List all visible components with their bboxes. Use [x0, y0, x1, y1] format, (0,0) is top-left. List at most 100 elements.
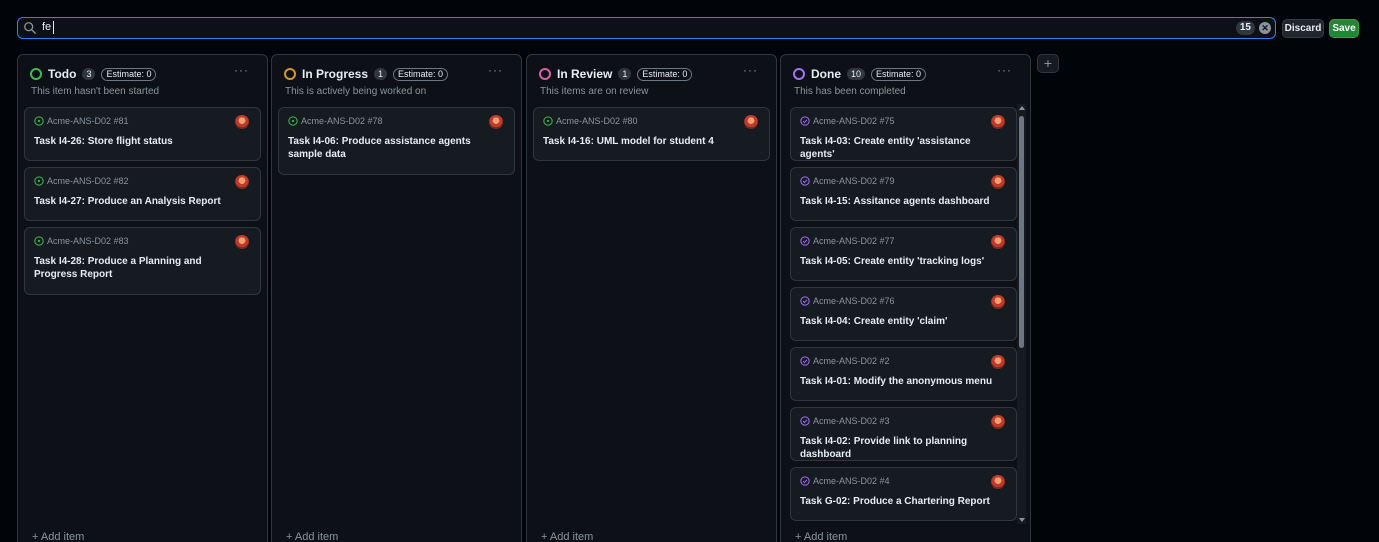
issue-ref[interactable]: Acme-ANS-D02 #79 [800, 176, 895, 186]
issue-card[interactable]: Acme-ANS-D02 #76 Task I4-04: Create enti… [790, 287, 1017, 341]
issue-ref-text: Acme-ANS-D02 #75 [813, 116, 895, 126]
issue-ref[interactable]: Acme-ANS-D02 #83 [34, 236, 129, 246]
issue-title[interactable]: Task I4-15: Assitance agents dashboard [800, 195, 1005, 208]
issue-title[interactable]: Task G-02: Produce a Chartering Report [800, 495, 1005, 508]
issue-title[interactable]: Task I4-02: Provide link to planning das… [800, 435, 1005, 461]
column-count: 3 [82, 68, 96, 80]
status-circle-icon [793, 68, 805, 80]
column-header: In Review 1 Estimate: 0 [539, 66, 693, 82]
avatar[interactable] [991, 235, 1005, 249]
issue-ref[interactable]: Acme-ANS-D02 #81 [34, 116, 129, 126]
text-caret [53, 21, 54, 34]
issue-title[interactable]: Task I4-01: Modify the anonymous menu [800, 375, 1005, 388]
filter-input[interactable]: fe 15 ✕ [17, 17, 1276, 39]
column-scrollbar[interactable] [1017, 104, 1026, 524]
issue-title[interactable]: Task I4-06: Produce assistance agents sa… [288, 135, 488, 161]
avatar[interactable] [991, 115, 1005, 129]
issue-ref[interactable]: Acme-ANS-D02 #75 [800, 116, 895, 126]
save-button[interactable]: Save [1329, 19, 1359, 38]
column-menu-icon[interactable]: ··· [234, 63, 249, 77]
column-header: Done 10 Estimate: 0 [793, 66, 927, 82]
avatar[interactable] [991, 475, 1005, 489]
issue-title[interactable]: Task I4-26: Store flight status [34, 135, 234, 148]
status-circle-icon [539, 68, 551, 80]
issue-ref[interactable]: Acme-ANS-D02 #4 [800, 476, 890, 486]
issue-ref[interactable]: Acme-ANS-D02 #78 [288, 116, 383, 126]
scrollbar-thumb[interactable] [1019, 116, 1024, 348]
open-issue-icon [34, 116, 44, 126]
issue-title[interactable]: Task I4-27: Produce an Analysis Report [34, 195, 234, 208]
issue-ref[interactable]: Acme-ANS-D02 #76 [800, 296, 895, 306]
issue-ref[interactable]: Acme-ANS-D02 #77 [800, 236, 895, 246]
avatar[interactable] [991, 355, 1005, 369]
avatar[interactable] [489, 115, 503, 129]
add-item-button[interactable]: + Add item [286, 531, 338, 542]
avatar[interactable] [235, 175, 249, 189]
issue-ref-text: Acme-ANS-D02 #81 [47, 116, 129, 126]
avatar[interactable] [235, 235, 249, 249]
column-title: Todo [48, 67, 77, 81]
issue-ref-text: Acme-ANS-D02 #76 [813, 296, 895, 306]
column-todo: Todo 3 Estimate: 0 ··· This item hasn't … [17, 54, 268, 542]
issue-title[interactable]: Task I4-03: Create entity 'assistance ag… [800, 135, 1005, 161]
issue-card[interactable]: Acme-ANS-D02 #4 Task G-02: Produce a Cha… [790, 467, 1017, 521]
column-in-progress: In Progress 1 Estimate: 0 ··· This is ac… [271, 54, 522, 542]
issue-card[interactable]: Acme-ANS-D02 #3 Task I4-02: Provide link… [790, 407, 1017, 461]
issue-card[interactable]: Acme-ANS-D02 #83 Task I4-28: Produce a P… [24, 227, 261, 295]
add-column-button[interactable]: + [1037, 54, 1059, 73]
add-item-button[interactable]: + Add item [32, 531, 84, 542]
issue-ref[interactable]: Acme-ANS-D02 #2 [800, 356, 890, 366]
issue-title[interactable]: Task I4-05: Create entity 'tracking logs… [800, 255, 1005, 268]
avatar[interactable] [991, 175, 1005, 189]
open-issue-icon [34, 176, 44, 186]
column-menu-icon[interactable]: ··· [488, 63, 503, 77]
issue-card[interactable]: Acme-ANS-D02 #81 Task I4-26: Store fligh… [24, 107, 261, 161]
issue-ref-text: Acme-ANS-D02 #3 [813, 416, 890, 426]
clear-filter-icon[interactable]: ✕ [1259, 22, 1271, 34]
filter-query[interactable]: fe [42, 21, 51, 33]
avatar[interactable] [991, 295, 1005, 309]
open-issue-icon [543, 116, 553, 126]
column-title: In Progress [302, 67, 369, 81]
column-menu-icon[interactable]: ··· [997, 63, 1012, 77]
column-menu-icon[interactable]: ··· [743, 63, 758, 77]
add-item-button[interactable]: + Add item [795, 531, 847, 542]
issue-ref-text: Acme-ANS-D02 #80 [556, 116, 638, 126]
issue-card[interactable]: Acme-ANS-D02 #79 Task I4-15: Assitance a… [790, 167, 1017, 221]
issue-ref[interactable]: Acme-ANS-D02 #80 [543, 116, 638, 126]
issue-ref-text: Acme-ANS-D02 #2 [813, 356, 890, 366]
column-description: This has been completed [794, 86, 906, 97]
avatar[interactable] [744, 115, 758, 129]
avatar[interactable] [235, 115, 249, 129]
closed-issue-icon [800, 476, 810, 486]
column-done: Done 10 Estimate: 0 ··· This has been co… [780, 54, 1031, 542]
closed-issue-icon [800, 236, 810, 246]
issue-ref-text: Acme-ANS-D02 #82 [47, 176, 129, 186]
avatar[interactable] [991, 415, 1005, 429]
add-item-button[interactable]: + Add item [541, 531, 593, 542]
column-count: 1 [374, 68, 388, 80]
closed-issue-icon [800, 296, 810, 306]
issue-ref[interactable]: Acme-ANS-D02 #3 [800, 416, 890, 426]
scroll-up-icon[interactable] [1019, 106, 1025, 110]
column-title: In Review [557, 67, 613, 81]
column-title: Done [811, 67, 841, 81]
scroll-down-icon[interactable] [1019, 518, 1025, 522]
open-issue-icon [34, 236, 44, 246]
status-circle-icon [30, 68, 42, 80]
discard-button[interactable]: Discard [1282, 19, 1324, 38]
issue-card[interactable]: Acme-ANS-D02 #82 Task I4-27: Produce an … [24, 167, 261, 221]
issue-card[interactable]: Acme-ANS-D02 #75 Task I4-03: Create enti… [790, 107, 1017, 161]
issue-title[interactable]: Task I4-04: Create entity 'claim' [800, 315, 1005, 328]
issue-card[interactable]: Acme-ANS-D02 #78 Task I4-06: Produce ass… [278, 107, 515, 175]
issue-card[interactable]: Acme-ANS-D02 #80 Task I4-16: UML model f… [533, 107, 770, 161]
column-estimate: Estimate: 0 [637, 67, 693, 81]
issue-card[interactable]: Acme-ANS-D02 #2 Task I4-01: Modify the a… [790, 347, 1017, 401]
issue-title[interactable]: Task I4-28: Produce a Planning and Progr… [34, 255, 234, 281]
column-description: This is actively being worked on [285, 86, 427, 97]
issue-ref[interactable]: Acme-ANS-D02 #82 [34, 176, 129, 186]
issue-card[interactable]: Acme-ANS-D02 #77 Task I4-05: Create enti… [790, 227, 1017, 281]
issue-ref-text: Acme-ANS-D02 #79 [813, 176, 895, 186]
issue-title[interactable]: Task I4-16: UML model for student 4 [543, 135, 743, 148]
column-in-review: In Review 1 Estimate: 0 ··· This items a… [526, 54, 777, 542]
